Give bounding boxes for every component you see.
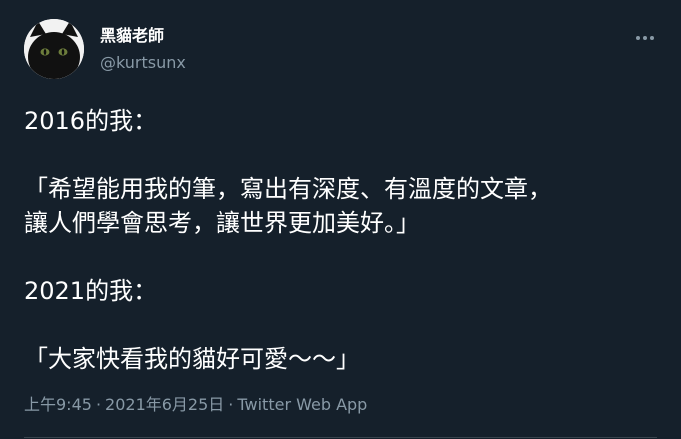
- tweet-metadata: 上午9:45 · 2021年6月25日 · Twitter Web App: [24, 394, 367, 416]
- author-info: 黑貓老師 @kurtsunx: [100, 26, 186, 73]
- more-dot: [643, 36, 647, 40]
- tweet-line: 「大家快看我的貓好可愛～～」: [24, 345, 360, 373]
- tweet-line: 2016的我：: [24, 107, 158, 135]
- tweet-text: 2016的我： 「希望能用我的筆，寫出有深度、有溫度的文章， 讓人們學會思考，讓…: [24, 104, 664, 376]
- meta-separator: ·: [95, 395, 102, 414]
- author-handle[interactable]: @kurtsunx: [100, 53, 186, 73]
- tweet-time[interactable]: 上午9:45: [24, 395, 92, 414]
- tweet-line: 「希望能用我的筆，寫出有深度、有溫度的文章，: [24, 175, 552, 203]
- divider: [24, 437, 657, 438]
- black-cat-avatar-icon: [24, 19, 84, 79]
- more-dot: [650, 36, 654, 40]
- more-options-button[interactable]: [631, 26, 659, 50]
- meta-separator: ·: [228, 395, 234, 414]
- avatar[interactable]: [24, 19, 84, 79]
- tweet-date[interactable]: 2021年6月25日: [105, 395, 224, 414]
- author-display-name[interactable]: 黑貓老師: [100, 26, 186, 46]
- tweet-line: 讓人們學會思考，讓世界更加美好。」: [24, 209, 420, 237]
- more-dot: [636, 36, 640, 40]
- tweet-line: 2021的我：: [24, 277, 158, 305]
- tweet-source[interactable]: Twitter Web App: [237, 395, 367, 414]
- tweet-card: 黑貓老師 @kurtsunx 2016的我： 「希望能用我的筆，寫出有深度、有溫…: [0, 0, 681, 439]
